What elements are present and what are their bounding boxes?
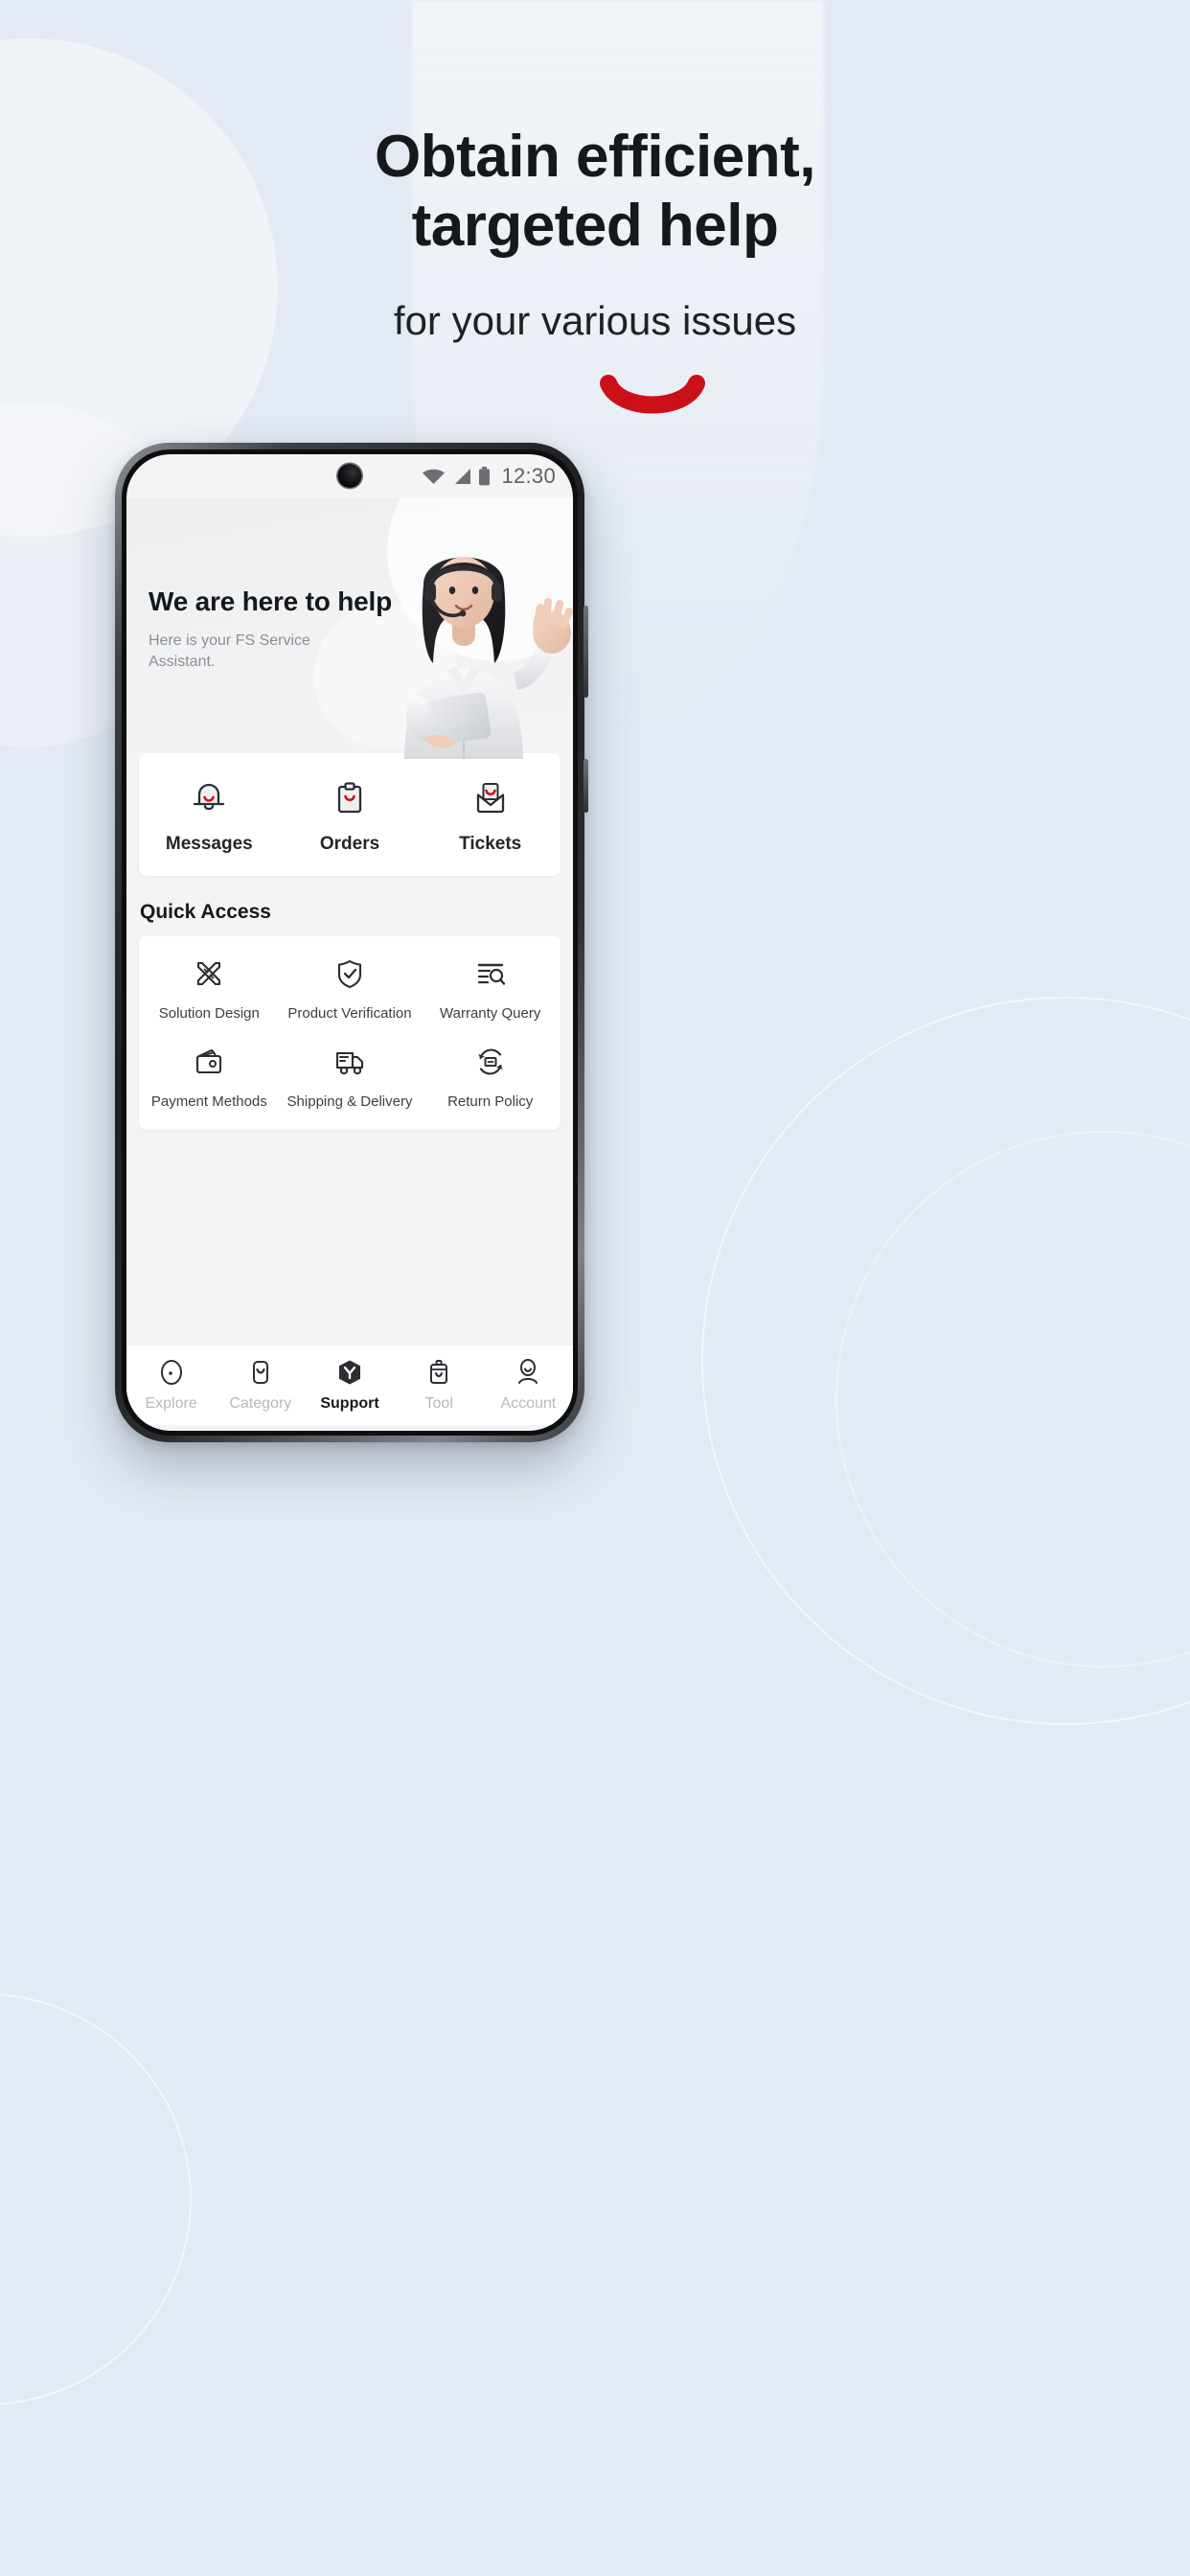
tab-tool[interactable]: Tool: [395, 1358, 484, 1413]
compass-icon: [157, 1358, 186, 1387]
quick-access-item-label: Return Policy: [447, 1093, 534, 1110]
support-hex-icon: [335, 1358, 364, 1387]
wifi-icon: [422, 468, 446, 485]
list-search-icon: [474, 957, 507, 990]
quick-access-item-label: Payment Methods: [150, 1093, 267, 1110]
tab-label: Explore: [145, 1395, 197, 1412]
quick-access-item-shipping-delivery[interactable]: Shipping & Delivery: [280, 1046, 421, 1111]
return-box-icon: [474, 1046, 507, 1078]
shield-check-icon: [333, 957, 366, 990]
tab-account[interactable]: Account: [484, 1358, 573, 1413]
quick-access-item-product-verification[interactable]: Product Verification: [280, 957, 421, 1023]
quick-access-item-label: Product Verification: [287, 1005, 412, 1022]
battery-icon: [478, 467, 491, 486]
phone-volume-button: [584, 606, 588, 698]
trio-item-messages[interactable]: Messages: [139, 778, 280, 855]
tab-label: Tool: [424, 1395, 453, 1412]
quick-access-item-label: Solution Design: [158, 1005, 260, 1022]
tab-category[interactable]: Category: [216, 1358, 305, 1413]
phone-screen: 12:30 We are here to help Here is your F…: [126, 454, 573, 1431]
promo-headline-line1: Obtain efficient,: [375, 124, 815, 190]
phone-mockup: 12:30 We are here to help Here is your F…: [115, 443, 588, 1442]
quick-access-item-return-policy[interactable]: Return Policy: [420, 1046, 561, 1111]
envelope-smile-icon: [470, 778, 511, 818]
app-hero-subtitle: Here is your FS Service Assistant.: [149, 632, 310, 670]
quick-access-item-label: Warranty Query: [440, 1005, 541, 1022]
account-person-icon: [514, 1358, 542, 1387]
quick-access-item-payment-methods[interactable]: Payment Methods: [139, 1046, 280, 1111]
trio-item-tickets[interactable]: Tickets: [420, 778, 561, 855]
app-hero-banner: We are here to help Here is your FS Serv…: [126, 498, 573, 759]
tab-label: Support: [320, 1395, 379, 1412]
phone-power-button: [584, 759, 588, 813]
status-bar: 12:30: [126, 454, 573, 498]
quick-access-title: Quick Access: [140, 901, 271, 923]
app-content: Messages Orders Tickets Quick Access Sol…: [126, 753, 573, 1425]
trio-item-orders[interactable]: Orders: [280, 778, 421, 855]
quick-access-row: Solution Design Product Verification War…: [139, 957, 561, 1023]
app-hero-title: We are here to help: [149, 586, 392, 616]
quick-trio-card: Messages Orders Tickets: [139, 753, 561, 876]
clipboard-smile-icon: [330, 778, 370, 818]
promo-hero: Obtain efficient, targeted help for your…: [0, 123, 1190, 414]
crossed-pencil-ruler-icon: [193, 957, 225, 990]
app-hero-text: We are here to help Here is your FS Serv…: [149, 586, 392, 673]
quick-access-item-label: Shipping & Delivery: [286, 1093, 413, 1110]
tab-explore[interactable]: Explore: [126, 1358, 216, 1413]
wallet-icon: [193, 1046, 225, 1078]
tab-label: Account: [500, 1395, 557, 1412]
promo-headline: Obtain efficient, targeted help: [0, 123, 1190, 261]
quick-access-item-solution-design[interactable]: Solution Design: [139, 957, 280, 1023]
trio-item-label: Orders: [319, 834, 380, 854]
promo-headline-line2: targeted help: [411, 193, 779, 259]
trio-item-label: Tickets: [459, 834, 522, 854]
quick-access-card: Solution Design Product Verification War…: [139, 936, 561, 1130]
front-camera-icon: [337, 464, 362, 488]
delivery-truck-icon: [333, 1046, 366, 1078]
status-bar-time: 12:30: [501, 464, 556, 488]
category-smile-icon: [246, 1358, 275, 1387]
background-ring: [0, 1993, 192, 2405]
tab-label: Category: [229, 1395, 292, 1412]
promo-subheadline: for your various issues: [393, 298, 797, 343]
cellular-signal-icon: [452, 468, 471, 485]
bell-smile-icon: [189, 778, 229, 818]
trio-item-label: Messages: [165, 834, 253, 854]
bottom-tab-bar: Explore Category Support Tool Account: [126, 1345, 573, 1425]
quick-access-item-warranty-query[interactable]: Warranty Query: [420, 957, 561, 1023]
quick-access-row: Payment Methods Shipping & Delivery Retu…: [139, 1046, 561, 1111]
phone-bezel: 12:30 We are here to help Here is your F…: [122, 449, 578, 1436]
toolbox-smile-icon: [424, 1358, 453, 1387]
tab-support[interactable]: Support: [305, 1358, 394, 1413]
